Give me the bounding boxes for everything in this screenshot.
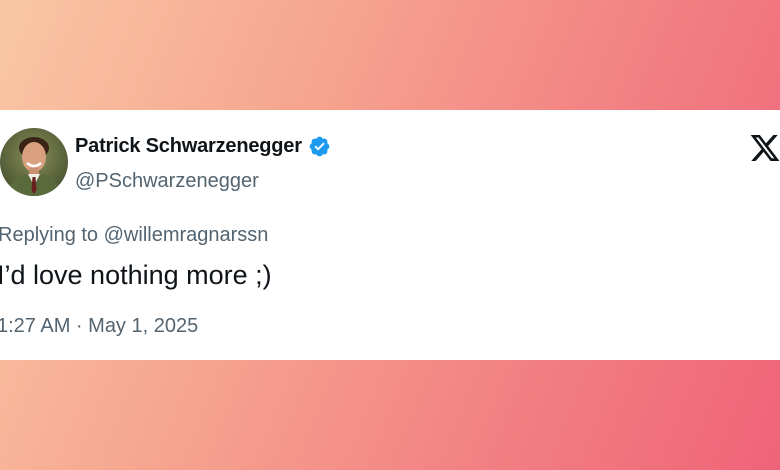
replying-to-handle[interactable]: @willemragnarssn xyxy=(104,224,269,246)
author-name-row: Patrick Schwarzenegger xyxy=(75,135,331,158)
replying-to-prefix: Replying to xyxy=(0,224,99,246)
tweet-card: Patrick Schwarzenegger @PSchwarzenegger … xyxy=(0,110,780,360)
author-handle[interactable]: @PSchwarzenegger xyxy=(75,170,259,193)
tweet-timestamp[interactable]: 1:27 AM · May 1, 2025 xyxy=(0,315,198,338)
x-logo-icon[interactable] xyxy=(749,132,780,164)
verified-badge-icon xyxy=(308,135,331,158)
author-display-name[interactable]: Patrick Schwarzenegger xyxy=(75,135,302,158)
avatar-photo xyxy=(0,128,68,196)
avatar[interactable] xyxy=(0,128,68,196)
replying-to-line: Replying to @willemragnarssn xyxy=(0,224,268,247)
tweet-text: I’d love nothing more ;) xyxy=(0,260,272,290)
